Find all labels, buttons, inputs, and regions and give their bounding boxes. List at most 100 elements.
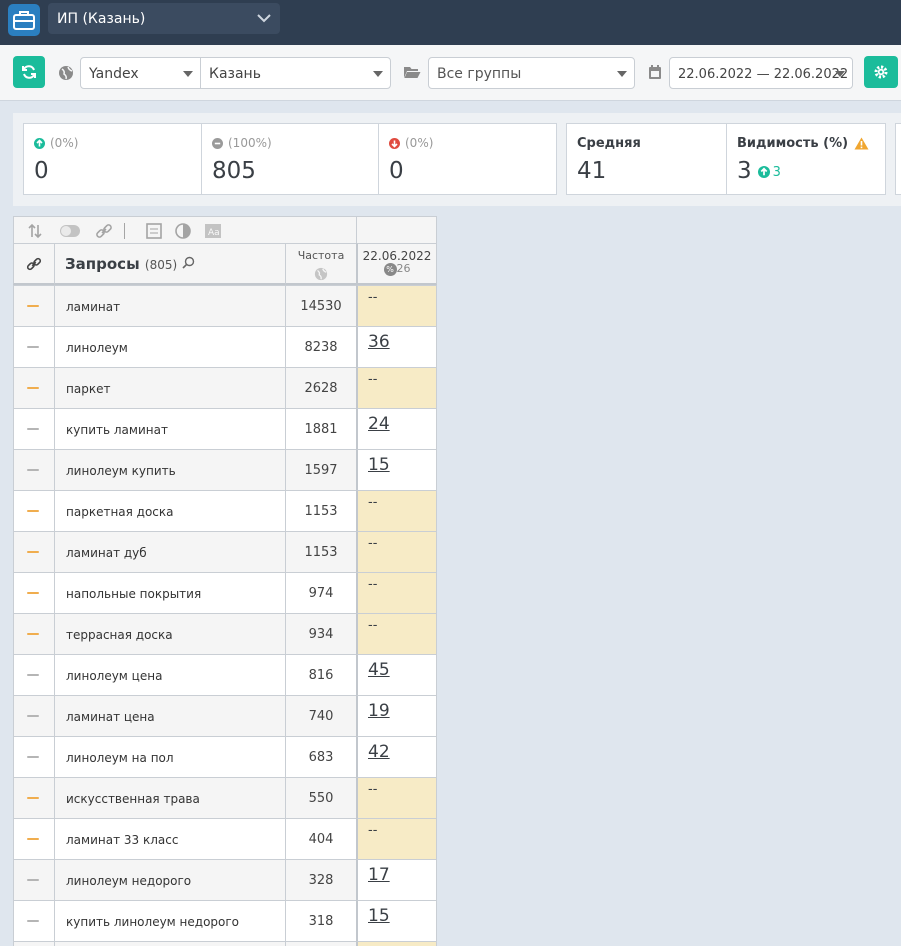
frequency-cell: 328 bbox=[285, 859, 357, 901]
status-marker bbox=[13, 326, 55, 368]
query-cell[interactable]: линолеум недорого bbox=[54, 859, 286, 901]
position-cell bbox=[356, 941, 437, 946]
query-cell[interactable]: линолеум на пол bbox=[54, 736, 286, 778]
query-cell[interactable]: линолеум bbox=[54, 326, 286, 368]
contrast-icon[interactable] bbox=[175, 223, 191, 239]
table-row[interactable]: линолеум 8238 36 bbox=[13, 326, 437, 368]
text-box-icon[interactable]: Aa bbox=[204, 223, 222, 239]
toggle-icon[interactable] bbox=[59, 223, 81, 239]
position-cell: -- bbox=[356, 490, 437, 532]
globe-icon bbox=[59, 66, 73, 80]
frequency-column-header[interactable]: Частота bbox=[285, 243, 357, 285]
group-select[interactable]: Все группы bbox=[428, 57, 635, 89]
query-cell[interactable]: напольные покрытия bbox=[54, 572, 286, 614]
status-marker bbox=[13, 285, 55, 327]
project-name: ИП (Казань) bbox=[57, 11, 146, 27]
table-row[interactable]: искусственная трава 550 -- bbox=[13, 777, 437, 819]
warning-icon[interactable] bbox=[854, 137, 869, 150]
project-selector[interactable]: ИП (Казань) bbox=[48, 3, 280, 34]
query-cell[interactable]: паркет bbox=[54, 367, 286, 409]
stat-average[interactable]: Средняя 41 bbox=[566, 123, 727, 195]
region-select[interactable]: Казань bbox=[200, 57, 391, 89]
position-cell[interactable]: 24 bbox=[356, 408, 437, 450]
status-marker bbox=[13, 449, 55, 491]
link-column-header[interactable] bbox=[13, 243, 55, 285]
frequency-cell: 1597 bbox=[285, 449, 357, 491]
query-cell[interactable]: купить ламинат bbox=[54, 408, 286, 450]
status-marker bbox=[13, 613, 55, 655]
query-cell[interactable]: ламинат дуб bbox=[54, 531, 286, 573]
frequency-cell: 1153 bbox=[285, 531, 357, 573]
stat-down[interactable]: (0%) 0 bbox=[378, 123, 557, 195]
search-engine-select[interactable]: Yandex bbox=[80, 57, 201, 89]
refresh-icon bbox=[22, 65, 36, 79]
table-row[interactable]: ламинат дуб 1153 -- bbox=[13, 531, 437, 573]
table-row[interactable]: линолеум недорого 328 17 bbox=[13, 859, 437, 901]
refresh-button[interactable] bbox=[13, 56, 45, 88]
status-marker bbox=[13, 695, 55, 737]
link-icon[interactable] bbox=[95, 223, 113, 239]
stat-visibility[interactable]: Видимость (%) 3 3 bbox=[726, 123, 886, 195]
briefcase-icon[interactable] bbox=[8, 4, 40, 36]
table-row[interactable]: линолеум цена 816 45 bbox=[13, 654, 437, 696]
link-icon bbox=[26, 257, 42, 271]
table-row[interactable]: купить ламинат 1881 24 bbox=[13, 408, 437, 450]
table-row[interactable]: паркет 2628 -- bbox=[13, 367, 437, 409]
query-cell[interactable]: линолеум цена bbox=[54, 654, 286, 696]
query-cell[interactable]: линолеум купить bbox=[54, 449, 286, 491]
table-row[interactable]: ламинат 33 класс 404 -- bbox=[13, 818, 437, 860]
table-row[interactable]: напольные покрытия 974 -- bbox=[13, 572, 437, 614]
position-cell: -- bbox=[356, 531, 437, 573]
sort-icon[interactable] bbox=[27, 223, 43, 239]
position-cell[interactable]: 15 bbox=[356, 449, 437, 491]
query-cell[interactable]: паркетная доска bbox=[54, 490, 286, 532]
settings-button[interactable] bbox=[864, 56, 898, 88]
top-bar: ИП (Казань) bbox=[0, 0, 901, 45]
query-cell[interactable]: террасная доска bbox=[54, 613, 286, 655]
calendar-icon bbox=[649, 65, 661, 79]
query-cell[interactable]: искусственная трава bbox=[54, 777, 286, 819]
filter-bar: Yandex Казань Все группы 22.06.2022 — 22… bbox=[0, 45, 901, 101]
table-row[interactable]: паркетная доска 1153 -- bbox=[13, 490, 437, 532]
arrow-down-icon bbox=[389, 137, 400, 149]
stat-up[interactable]: (0%) 0 bbox=[23, 123, 202, 195]
table-row[interactable]: купить линолеум недорого 318 15 bbox=[13, 900, 437, 942]
queries-column-header[interactable]: Запросы (805) bbox=[54, 243, 286, 285]
search-icon[interactable] bbox=[182, 256, 195, 269]
stat-visibility-value: 3 bbox=[737, 158, 752, 184]
frequency-cell: 1153 bbox=[285, 490, 357, 532]
table-row[interactable]: ламинат цена 740 19 bbox=[13, 695, 437, 737]
globe-icon bbox=[314, 267, 328, 281]
position-cell[interactable]: 45 bbox=[356, 654, 437, 696]
position-cell: -- bbox=[356, 818, 437, 860]
position-cell[interactable]: 36 bbox=[356, 326, 437, 368]
status-marker bbox=[13, 941, 55, 946]
query-cell[interactable]: ламинат цена bbox=[54, 695, 286, 737]
query-cell[interactable]: ламинат 33 класс bbox=[54, 818, 286, 860]
table-row[interactable]: линолеум на пол 683 42 bbox=[13, 736, 437, 778]
date-range-select[interactable]: 22.06.2022 — 22.06.2022 bbox=[669, 57, 853, 89]
list-view-icon[interactable] bbox=[146, 223, 162, 239]
position-cell[interactable]: 42 bbox=[356, 736, 437, 778]
table-row[interactable]: террасная доска 934 -- bbox=[13, 613, 437, 655]
caret-down-icon bbox=[617, 71, 627, 77]
date-column-header[interactable]: 22.06.2022 % 26 bbox=[356, 243, 437, 285]
queries-table: Aa Запросы (805) Частота 22.06.2022 % 26 … bbox=[13, 216, 437, 946]
query-cell[interactable]: купить линолеум недорого bbox=[54, 900, 286, 942]
position-cell[interactable]: 15 bbox=[356, 900, 437, 942]
query-cell[interactable]: ламинат bbox=[54, 285, 286, 327]
query-cell[interactable] bbox=[54, 941, 286, 946]
stat-same[interactable]: (100%) 805 bbox=[201, 123, 379, 195]
arrow-up-icon bbox=[757, 166, 770, 178]
position-cell: -- bbox=[356, 572, 437, 614]
position-cell[interactable]: 19 bbox=[356, 695, 437, 737]
table-row[interactable] bbox=[13, 941, 437, 946]
table-row[interactable]: ламинат 14530 -- bbox=[13, 285, 437, 327]
table-row[interactable]: линолеум купить 1597 15 bbox=[13, 449, 437, 491]
frequency-cell: 934 bbox=[285, 613, 357, 655]
percent-icon: % bbox=[383, 263, 397, 276]
queries-column-label: Запросы bbox=[65, 255, 140, 273]
stat-average-value: 41 bbox=[577, 158, 607, 184]
position-cell[interactable]: 17 bbox=[356, 859, 437, 901]
status-marker bbox=[13, 859, 55, 901]
